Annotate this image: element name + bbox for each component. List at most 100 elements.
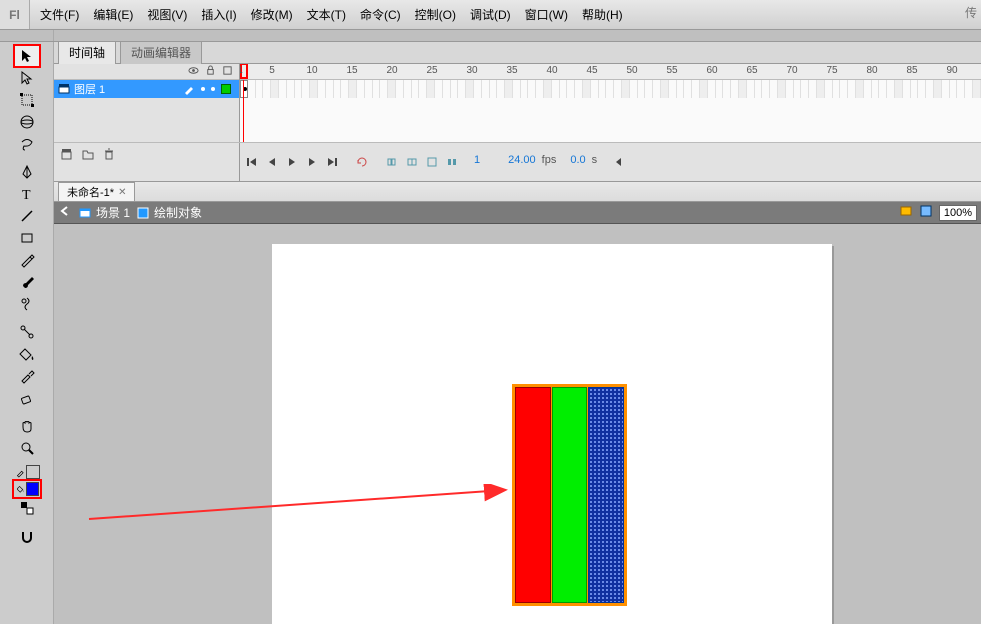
onion-skin-button[interactable] xyxy=(384,154,400,170)
layer-row-1[interactable]: 图层 1 xyxy=(54,80,239,98)
timeline-footer: 1 24.00 fps 0.0 s xyxy=(54,142,981,181)
menu-help[interactable]: 帮助(H) xyxy=(576,2,629,27)
breadcrumb-object[interactable]: 绘制对象 xyxy=(136,204,202,221)
play-button[interactable] xyxy=(284,154,300,170)
menu-commands[interactable]: 命令(C) xyxy=(354,2,407,27)
goto-last-button[interactable] xyxy=(324,154,340,170)
edit-scene-icon[interactable] xyxy=(899,204,913,221)
playhead[interactable] xyxy=(243,80,244,142)
modify-markers-button[interactable] xyxy=(444,154,460,170)
menu-control[interactable]: 控制(O) xyxy=(409,2,462,27)
layer-pencil-icon xyxy=(183,83,195,95)
bucket-icon xyxy=(17,482,25,496)
fps-value: 24.00 xyxy=(508,154,536,166)
eye-icon[interactable] xyxy=(188,65,199,79)
document-tab[interactable]: 未命名-1* ✕ xyxy=(58,182,135,201)
layer-lock-dot[interactable] xyxy=(211,87,215,91)
layer-outline-swatch[interactable] xyxy=(221,84,231,94)
menu-edit[interactable]: 编辑(E) xyxy=(87,2,139,27)
main-area: 时间轴 动画编辑器 图层 1 xyxy=(54,42,981,624)
zoom-level[interactable]: 100% xyxy=(939,205,977,221)
text-tool[interactable]: T xyxy=(14,183,40,205)
time-value: 0.0 xyxy=(570,154,585,166)
selection-tool[interactable] xyxy=(14,45,40,67)
pen-tool[interactable] xyxy=(14,161,40,183)
swap-colors-tool[interactable] xyxy=(14,497,40,519)
fill-color-swatch[interactable] xyxy=(26,482,38,496)
frames-ruler[interactable]: 151015202530354045505560657075808590 xyxy=(240,64,981,80)
close-tab-icon[interactable]: ✕ xyxy=(118,187,126,198)
frames-column: 151015202530354045505560657075808590 xyxy=(240,64,981,142)
menubar: 文件(F) 编辑(E) 视图(V) 插入(I) 修改(M) 文本(T) 命令(C… xyxy=(30,0,961,29)
lasso-tool[interactable] xyxy=(14,133,40,155)
stage-area[interactable] xyxy=(54,224,981,624)
scene-label: 场景 1 xyxy=(96,204,130,221)
fill-color-row[interactable] xyxy=(15,482,39,496)
menu-modify[interactable]: 修改(M) xyxy=(245,2,299,27)
zoom-tool[interactable] xyxy=(14,437,40,459)
current-frame-value: 1 xyxy=(474,154,480,166)
tab-timeline[interactable]: 时间轴 xyxy=(58,42,116,64)
eraser-tool[interactable] xyxy=(14,387,40,409)
outline-icon[interactable] xyxy=(222,65,233,79)
menu-window[interactable]: 窗口(W) xyxy=(519,2,574,27)
layer-visible-dot[interactable] xyxy=(201,87,205,91)
pencil-icon xyxy=(16,465,25,479)
rectangle-tool[interactable] xyxy=(14,227,40,249)
svg-text:T: T xyxy=(22,188,31,202)
new-folder-button[interactable] xyxy=(79,146,97,162)
object-label: 绘制对象 xyxy=(154,204,202,221)
scene-icon xyxy=(78,206,92,220)
drawn-object-group[interactable] xyxy=(512,384,627,606)
menu-file[interactable]: 文件(F) xyxy=(34,2,85,27)
paint-bucket-tool[interactable] xyxy=(14,343,40,365)
new-layer-button[interactable] xyxy=(58,146,76,162)
tools-panel: T xyxy=(0,42,54,624)
free-transform-tool[interactable] xyxy=(14,89,40,111)
app-titlebar: Fl 文件(F) 编辑(E) 视图(V) 插入(I) 修改(M) 文本(T) 命… xyxy=(0,0,981,30)
frames-track[interactable] xyxy=(240,80,981,142)
stroke-color-row[interactable] xyxy=(14,465,40,479)
hand-tool[interactable] xyxy=(14,415,40,437)
deco-tool[interactable] xyxy=(14,293,40,315)
scroll-left-button[interactable] xyxy=(611,154,627,170)
lock-icon[interactable] xyxy=(205,65,216,79)
brush-tool[interactable] xyxy=(14,271,40,293)
loop-button[interactable] xyxy=(354,154,370,170)
menu-debug[interactable]: 调试(D) xyxy=(464,2,517,27)
layer-icon xyxy=(58,83,70,95)
stroke-color-swatch[interactable] xyxy=(26,465,39,479)
back-button[interactable] xyxy=(58,204,72,221)
eyedropper-tool[interactable] xyxy=(14,365,40,387)
keyframe-1[interactable] xyxy=(240,80,248,98)
line-tool[interactable] xyxy=(14,205,40,227)
green-rectangle[interactable] xyxy=(552,387,588,603)
edit-symbols-icon[interactable] xyxy=(919,204,933,221)
step-back-button[interactable] xyxy=(264,154,280,170)
drawing-object-icon xyxy=(136,206,150,220)
delete-layer-button[interactable] xyxy=(100,146,118,162)
snap-tool[interactable] xyxy=(14,525,40,547)
layers-header xyxy=(54,64,239,80)
menu-text[interactable]: 文本(T) xyxy=(301,2,352,27)
breadcrumb-scene[interactable]: 场景 1 xyxy=(78,204,130,221)
step-forward-button[interactable] xyxy=(304,154,320,170)
bone-tool[interactable] xyxy=(14,321,40,343)
edit-multiple-frames-button[interactable] xyxy=(424,154,440,170)
stage-canvas[interactable] xyxy=(272,244,832,624)
subselection-tool[interactable] xyxy=(14,67,40,89)
menu-view[interactable]: 视图(V) xyxy=(141,2,193,27)
red-rectangle[interactable] xyxy=(515,387,551,603)
layers-column: 图层 1 xyxy=(54,64,240,142)
goto-first-button[interactable] xyxy=(244,154,260,170)
secondary-bar-left xyxy=(0,30,54,41)
blue-pattern-rectangle[interactable] xyxy=(588,387,624,603)
pencil-tool[interactable] xyxy=(14,249,40,271)
fps-label: fps xyxy=(542,154,557,166)
menu-insert[interactable]: 插入(I) xyxy=(195,2,242,27)
onion-skin-outline-button[interactable] xyxy=(404,154,420,170)
timeline-panel-tabs: 时间轴 动画编辑器 xyxy=(54,42,981,64)
tab-motion-editor[interactable]: 动画编辑器 xyxy=(120,42,202,64)
timeline-panel: 图层 1 15101520253035404550556065707580859… xyxy=(54,64,981,182)
3d-rotation-tool[interactable] xyxy=(14,111,40,133)
